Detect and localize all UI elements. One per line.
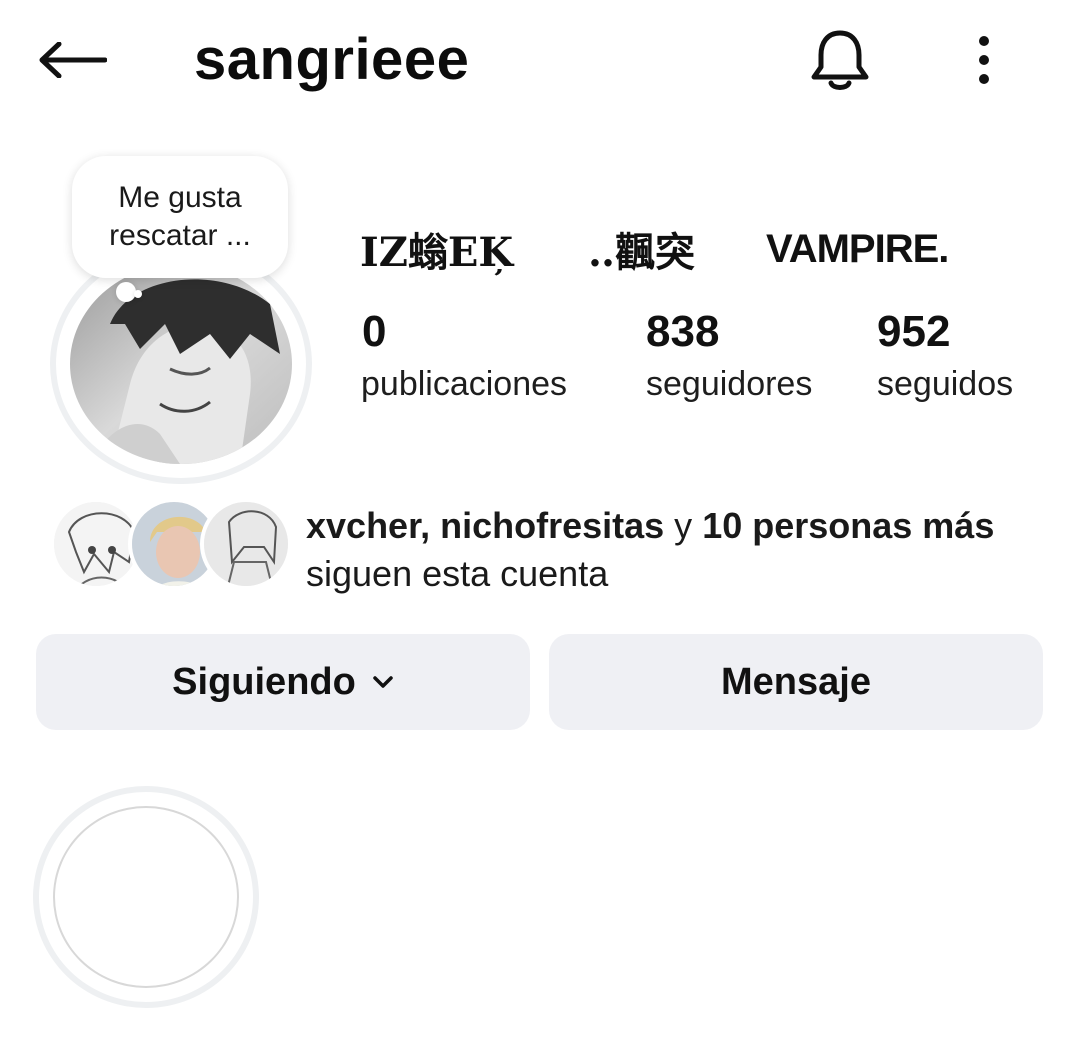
following-count: 952 [877,307,951,356]
note-tail-dot-small [134,290,142,298]
story-highlight[interactable] [33,786,259,1008]
notifications-button[interactable] [806,24,874,96]
posts-label: publicaciones [361,365,568,403]
following-label: seguidos [877,365,1014,403]
profile-header: sangrieee [0,0,1078,124]
mutual-names: xvcher, nichofresitas [306,505,665,546]
bell-icon [811,30,869,90]
mutual-avatar [200,498,292,590]
back-button[interactable] [36,34,108,86]
followers-label: seguidores [646,365,813,403]
stat-decoration: IZ螉EK̦ [360,229,514,276]
mutual-followers-text[interactable]: xvcher, nichofresitas y 10 personas más … [306,502,1026,598]
note-text: Me gusta rescatar ... [109,181,251,252]
stat-decoration: VAMPIRE. [766,226,949,271]
profile-note[interactable]: Me gusta rescatar ... [72,156,288,278]
stat-decoration: ‥飌突 [588,229,695,276]
chevron-down-icon [372,675,394,689]
mutual-suffix: siguen esta cuenta [306,553,609,594]
arrow-left-icon [39,42,107,78]
message-label: Mensaje [721,660,871,703]
mutual-followers-avatars[interactable] [50,498,292,592]
message-button[interactable]: Mensaje [549,634,1043,730]
profile-username: sangrieee [194,27,470,92]
more-options-button[interactable] [964,28,1004,92]
story-highlight-cover [53,806,239,988]
followers-count: 838 [646,307,720,356]
note-tail-dot [116,282,136,302]
mutual-others: 10 personas más [702,505,995,546]
posts-count: 0 [362,307,387,356]
vertical-dots-icon [979,36,989,84]
following-button[interactable]: Siguiendo [36,634,530,730]
profile-avatar[interactable] [70,264,292,464]
profile-avatar-container [50,244,312,484]
following-label: Siguiendo [172,660,356,703]
mutual-connector: y [664,505,703,546]
